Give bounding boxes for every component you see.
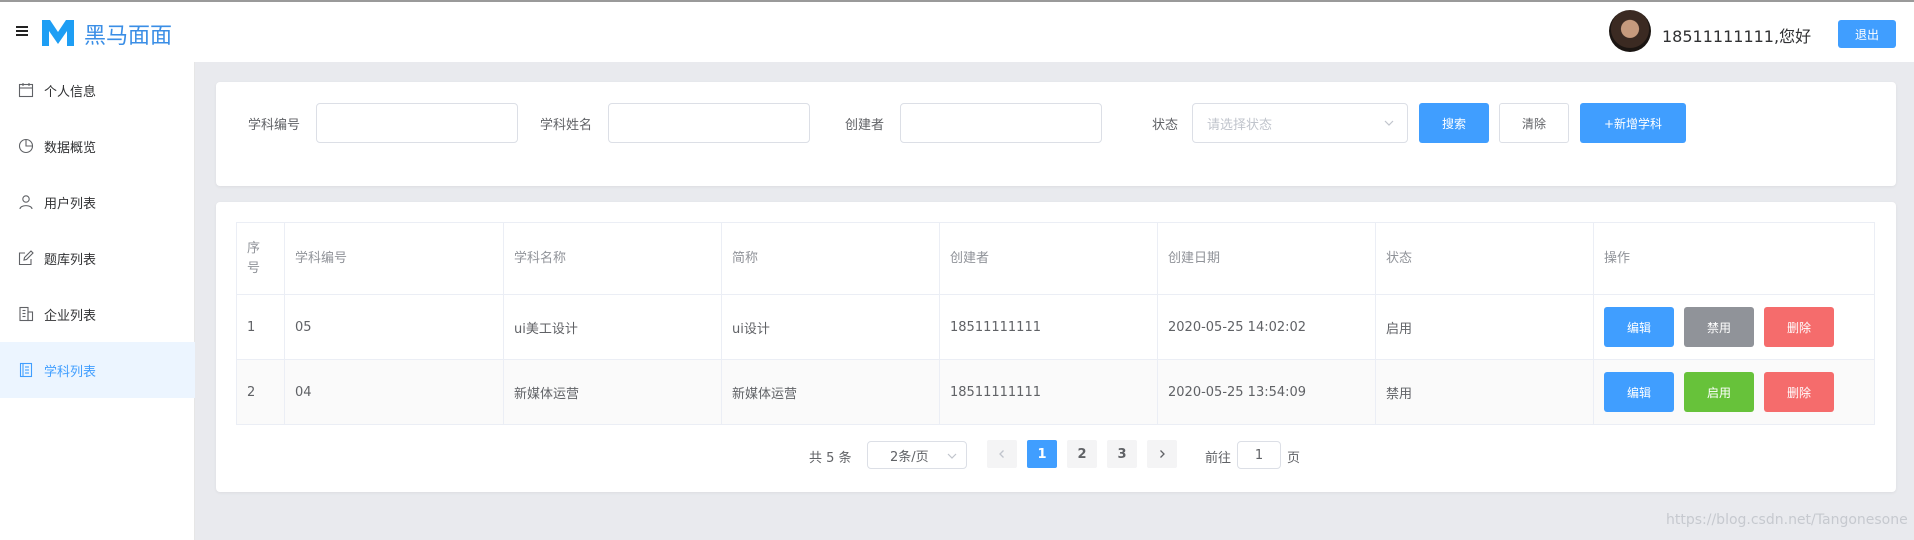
column-header: 学科名称: [503, 222, 722, 295]
next-page-button[interactable]: [1147, 440, 1177, 468]
logout-button[interactable]: 退出: [1838, 20, 1896, 48]
add-subject-button[interactable]: +新增学科: [1580, 103, 1686, 143]
sidebar-item-profile[interactable]: 个人信息: [0, 62, 195, 118]
subject-no-input[interactable]: [316, 103, 518, 143]
cell-status: 启用: [1375, 294, 1594, 360]
delete-button[interactable]: 删除: [1764, 372, 1834, 412]
search-button[interactable]: 搜索: [1419, 103, 1489, 143]
enable-button[interactable]: 启用: [1684, 372, 1754, 412]
user-greeting: 18511111111,您好: [1662, 27, 1812, 46]
pie-chart-icon: [18, 138, 34, 154]
subject-name-label: 学科姓名: [540, 118, 593, 133]
creator-input[interactable]: [900, 103, 1102, 143]
page-size-select[interactable]: 2条/页: [867, 441, 967, 469]
status-select[interactable]: 请选择状态: [1192, 103, 1408, 143]
cell-status: 禁用: [1375, 359, 1594, 425]
sidebar-item-label: 题库列表: [44, 252, 97, 268]
watermark: https://blog.csdn.net/Tangonesone: [1666, 512, 1908, 528]
edit-button[interactable]: 编辑: [1604, 307, 1674, 347]
table-row: 1 05 ui美工设计 ui设计 18511111111 2020-05-25 …: [236, 294, 1875, 360]
status-select-placeholder: 请选择状态: [1207, 117, 1273, 133]
cell-subject-name: ui美工设计: [503, 294, 722, 360]
subject-no-label: 学科编号: [248, 118, 301, 133]
delete-button[interactable]: 删除: [1764, 307, 1834, 347]
search-panel: 学科编号 学科姓名 创建者 状态 请选择状态 搜索 清除 +新增学科: [216, 82, 1896, 186]
sidebar-item-data-overview[interactable]: 数据概览: [0, 118, 195, 174]
edit-icon: [18, 250, 34, 266]
sidebar-item-label: 用户列表: [44, 196, 97, 212]
brand-title: 黑马面面: [84, 24, 173, 49]
sidebar-item-user-list[interactable]: 用户列表: [0, 174, 195, 230]
calendar-icon: [18, 83, 34, 98]
cell-create-date: 2020-05-25 14:02:02: [1157, 294, 1376, 360]
chevron-left-icon: [999, 450, 1004, 458]
disable-button[interactable]: 禁用: [1684, 307, 1754, 347]
cell-index: 2: [236, 359, 285, 425]
column-header: 创建日期: [1157, 222, 1376, 295]
goto-page-input[interactable]: 1: [1237, 441, 1281, 469]
cell-creator: 18511111111: [939, 294, 1158, 360]
logo-icon: [42, 20, 74, 46]
column-header: 学科编号: [284, 222, 504, 295]
cell-subject-no: 05: [284, 294, 504, 360]
top-header: 黑马面面 18511111111,您好 退出: [0, 0, 1914, 62]
column-header: 操作: [1593, 222, 1875, 295]
avatar[interactable]: [1609, 10, 1651, 52]
cell-actions: 编辑 启用 删除: [1593, 359, 1875, 425]
creator-label: 创建者: [845, 118, 885, 133]
user-icon: [19, 195, 33, 210]
edit-button[interactable]: 编辑: [1604, 372, 1674, 412]
cell-creator: 18511111111: [939, 359, 1158, 425]
subject-table: 序号 学科编号 学科名称 简称 创建者 创建日期 状态 操作 1 05 ui美工…: [236, 222, 1875, 425]
office-building-icon: [19, 306, 34, 322]
goto-suffix: 页: [1287, 451, 1301, 466]
chevron-down-icon: [947, 453, 957, 459]
sidebar: 个人信息 数据概览 用户列表 题库列表 企业列表 学科列表: [0, 62, 195, 540]
column-header: 状态: [1375, 222, 1594, 295]
cell-subject-name: 新媒体运营: [503, 359, 722, 425]
chevron-right-icon: [1160, 450, 1165, 458]
pagination-total: 共 5 条: [809, 451, 852, 466]
sidebar-item-subject-list[interactable]: 学科列表: [0, 342, 195, 398]
table-header-row: 序号 学科编号 学科名称 简称 创建者 创建日期 状态 操作: [236, 222, 1875, 295]
page-button-1[interactable]: 1: [1027, 440, 1057, 468]
sidebar-item-enterprise-list[interactable]: 企业列表: [0, 286, 195, 342]
page-button-3[interactable]: 3: [1107, 440, 1137, 468]
column-header-label: 序号: [247, 240, 261, 276]
column-header: 创建者: [939, 222, 1158, 295]
sidebar-item-label: 个人信息: [44, 84, 97, 100]
chevron-down-icon: [1384, 120, 1394, 126]
cell-subject-no: 04: [284, 359, 504, 425]
column-header: 序号: [236, 222, 285, 295]
clear-button[interactable]: 清除: [1499, 103, 1569, 143]
cell-short-name: ui设计: [721, 294, 940, 360]
notebook-icon: [19, 362, 33, 378]
goto-prefix: 前往: [1205, 451, 1232, 466]
cell-short-name: 新媒体运营: [721, 359, 940, 425]
page-size-value: 2条/页: [890, 449, 929, 465]
sidebar-item-label: 企业列表: [44, 308, 97, 324]
sidebar-item-label: 数据概览: [44, 140, 97, 156]
status-label: 状态: [1152, 118, 1179, 133]
table-row: 2 04 新媒体运营 新媒体运营 18511111111 2020-05-25 …: [236, 359, 1875, 425]
page-button-2[interactable]: 2: [1067, 440, 1097, 468]
sidebar-item-question-bank[interactable]: 题库列表: [0, 230, 195, 286]
prev-page-button[interactable]: [987, 440, 1017, 468]
column-header: 简称: [721, 222, 940, 295]
cell-index: 1: [236, 294, 285, 360]
subject-name-input[interactable]: [608, 103, 810, 143]
cell-create-date: 2020-05-25 13:54:09: [1157, 359, 1376, 425]
menu-toggle-icon[interactable]: [16, 26, 28, 36]
cell-actions: 编辑 禁用 删除: [1593, 294, 1875, 360]
sidebar-item-label: 学科列表: [44, 364, 97, 380]
